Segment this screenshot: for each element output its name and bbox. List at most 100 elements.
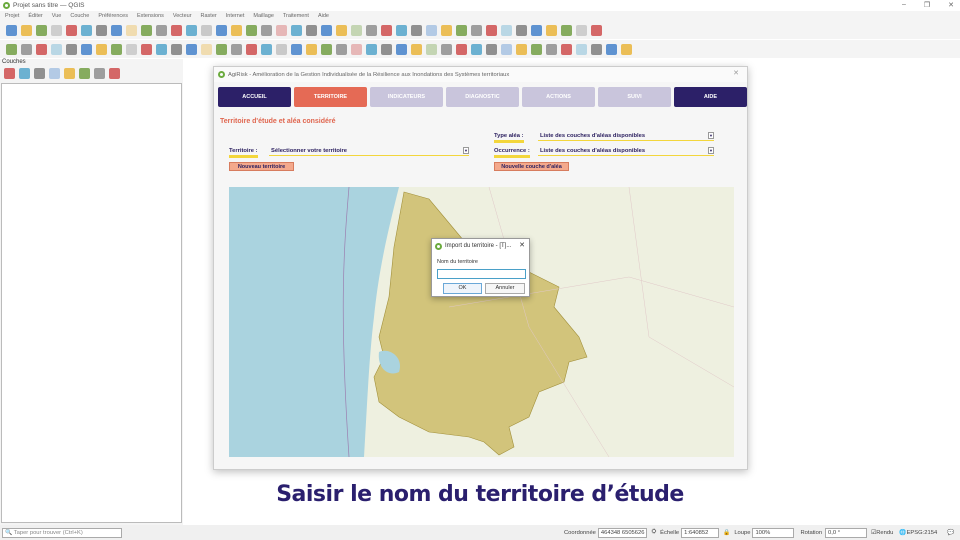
toolbar-tool-icon[interactable]: [19, 67, 30, 79]
toolbar-tool-icon[interactable]: [576, 43, 587, 55]
toolbar-tool-icon[interactable]: [456, 24, 467, 36]
toolbar-tool-icon[interactable]: [201, 43, 212, 55]
toolbar-tool-icon[interactable]: [291, 24, 302, 36]
toolbar-tool-icon[interactable]: [456, 43, 467, 55]
toolbar-tool-icon[interactable]: [366, 43, 377, 55]
menu-internet[interactable]: Internet: [226, 13, 245, 19]
toolbar-tool-icon[interactable]: [396, 43, 407, 55]
menu-couche[interactable]: Couche: [70, 13, 89, 19]
toolbar-tool-icon[interactable]: [336, 43, 347, 55]
toolbar-tool-icon[interactable]: [109, 67, 120, 79]
menu-traitement[interactable]: Traitement: [283, 13, 309, 19]
toolbar-tool-icon[interactable]: [276, 43, 287, 55]
toolbar-tool-icon[interactable]: [156, 43, 167, 55]
tab-actions[interactable]: ACTIONS: [522, 87, 595, 107]
menu-projet[interactable]: Projet: [5, 13, 19, 19]
menu-vecteur[interactable]: Vecteur: [173, 13, 192, 19]
toolbar-tool-icon[interactable]: [231, 24, 242, 36]
toolbar-tool-icon[interactable]: [36, 24, 47, 36]
toolbar-tool-icon[interactable]: [81, 43, 92, 55]
toolbar-tool-icon[interactable]: [6, 43, 17, 55]
toolbar-tool-icon[interactable]: [246, 24, 257, 36]
toolbar-tool-icon[interactable]: [51, 24, 62, 36]
toolbar-tool-icon[interactable]: [261, 24, 272, 36]
toolbar-tool-icon[interactable]: [96, 43, 107, 55]
toolbar-tool-icon[interactable]: [336, 24, 347, 36]
toolbar-tool-icon[interactable]: [216, 24, 227, 36]
toolbar-tool-icon[interactable]: [34, 67, 45, 79]
toolbar-tool-icon[interactable]: [426, 24, 437, 36]
toolbar-tool-icon[interactable]: [396, 24, 407, 36]
menu-raster[interactable]: Raster: [201, 13, 217, 19]
toolbar-tool-icon[interactable]: [49, 67, 60, 79]
toolbar-tool-icon[interactable]: [81, 24, 92, 36]
tab-territoire[interactable]: TERRITOIRE: [294, 87, 367, 107]
tab-accueil[interactable]: ACCUEIL: [218, 87, 291, 107]
toolbar-tool-icon[interactable]: [381, 43, 392, 55]
toolbar-tool-icon[interactable]: [171, 43, 182, 55]
toolbar-tool-icon[interactable]: [591, 43, 602, 55]
toolbar-tool-icon[interactable]: [531, 43, 542, 55]
toolbar-tool-icon[interactable]: [51, 43, 62, 55]
menu-editer[interactable]: Éditer: [28, 13, 42, 19]
minimize-button[interactable]: –: [902, 1, 906, 9]
scale-field[interactable]: 1:640852: [681, 527, 720, 538]
toolbar-tool-icon[interactable]: [441, 24, 452, 36]
menu-aide[interactable]: Aide: [318, 13, 329, 19]
toolbar-tool-icon[interactable]: [141, 24, 152, 36]
toolbar-tool-icon[interactable]: [216, 43, 227, 55]
toolbar-tool-icon[interactable]: [231, 43, 242, 55]
toolbar-tool-icon[interactable]: [486, 43, 497, 55]
toolbar-tool-icon[interactable]: [426, 43, 437, 55]
toolbar-tool-icon[interactable]: [486, 24, 497, 36]
toggle-extents-icon[interactable]: ⛭: [651, 529, 656, 536]
toolbar-tool-icon[interactable]: [576, 24, 587, 36]
tab-indicateurs[interactable]: INDICATEURS: [370, 87, 443, 107]
toolbar-tool-icon[interactable]: [381, 24, 392, 36]
toolbar-tool-icon[interactable]: [441, 43, 452, 55]
magnifier-field[interactable]: 100%: [752, 527, 795, 538]
toolbar-tool-icon[interactable]: [4, 67, 15, 79]
rotation-field[interactable]: 0,0 °: [825, 527, 868, 538]
toolbar-tool-icon[interactable]: [126, 43, 137, 55]
toolbar-tool-icon[interactable]: [591, 24, 602, 36]
toolbar-tool-icon[interactable]: [94, 67, 105, 79]
maximize-button[interactable]: ❐: [924, 1, 930, 9]
dialog-close-button[interactable]: ✕: [733, 69, 739, 77]
locator-search-input[interactable]: 🔍 Taper pour trouver (Ctrl+K): [2, 527, 122, 538]
toolbar-tool-icon[interactable]: [561, 43, 572, 55]
toolbar-tool-icon[interactable]: [561, 24, 572, 36]
toolbar-tool-icon[interactable]: [186, 43, 197, 55]
crs-button[interactable]: 🌐EPSG:2154: [899, 530, 937, 536]
toolbar-tool-icon[interactable]: [111, 43, 122, 55]
toolbar-tool-icon[interactable]: [546, 24, 557, 36]
new-territory-button[interactable]: Nouveau territoire: [229, 162, 294, 171]
toolbar-tool-icon[interactable]: [111, 24, 122, 36]
toolbar-tool-icon[interactable]: [516, 43, 527, 55]
toolbar-tool-icon[interactable]: [306, 43, 317, 55]
toolbar-tool-icon[interactable]: [531, 24, 542, 36]
coordinate-field[interactable]: 464348 6505626: [597, 527, 648, 538]
close-button[interactable]: ✕: [948, 1, 954, 9]
toolbar-tool-icon[interactable]: [621, 43, 632, 55]
tab-aide[interactable]: AIDE: [674, 87, 747, 107]
toolbar-tool-icon[interactable]: [291, 43, 302, 55]
toolbar-tool-icon[interactable]: [351, 43, 362, 55]
toolbar-tool-icon[interactable]: [156, 24, 167, 36]
toolbar-tool-icon[interactable]: [321, 43, 332, 55]
messages-icon[interactable]: 💬: [947, 530, 954, 536]
toolbar-tool-icon[interactable]: [261, 43, 272, 55]
toolbar-tool-icon[interactable]: [186, 24, 197, 36]
toolbar-tool-icon[interactable]: [351, 24, 362, 36]
tab-suivi[interactable]: SUIVI: [598, 87, 671, 107]
ok-button[interactable]: OK: [443, 283, 482, 294]
toolbar-tool-icon[interactable]: [66, 43, 77, 55]
toolbar-tool-icon[interactable]: [36, 43, 47, 55]
menu-extensions[interactable]: Extensions: [137, 13, 164, 19]
toolbar-tool-icon[interactable]: [21, 24, 32, 36]
toolbar-tool-icon[interactable]: [201, 24, 212, 36]
toolbar-tool-icon[interactable]: [276, 24, 287, 36]
toolbar-tool-icon[interactable]: [96, 24, 107, 36]
layers-tree[interactable]: [1, 83, 182, 523]
toolbar-tool-icon[interactable]: [411, 43, 422, 55]
